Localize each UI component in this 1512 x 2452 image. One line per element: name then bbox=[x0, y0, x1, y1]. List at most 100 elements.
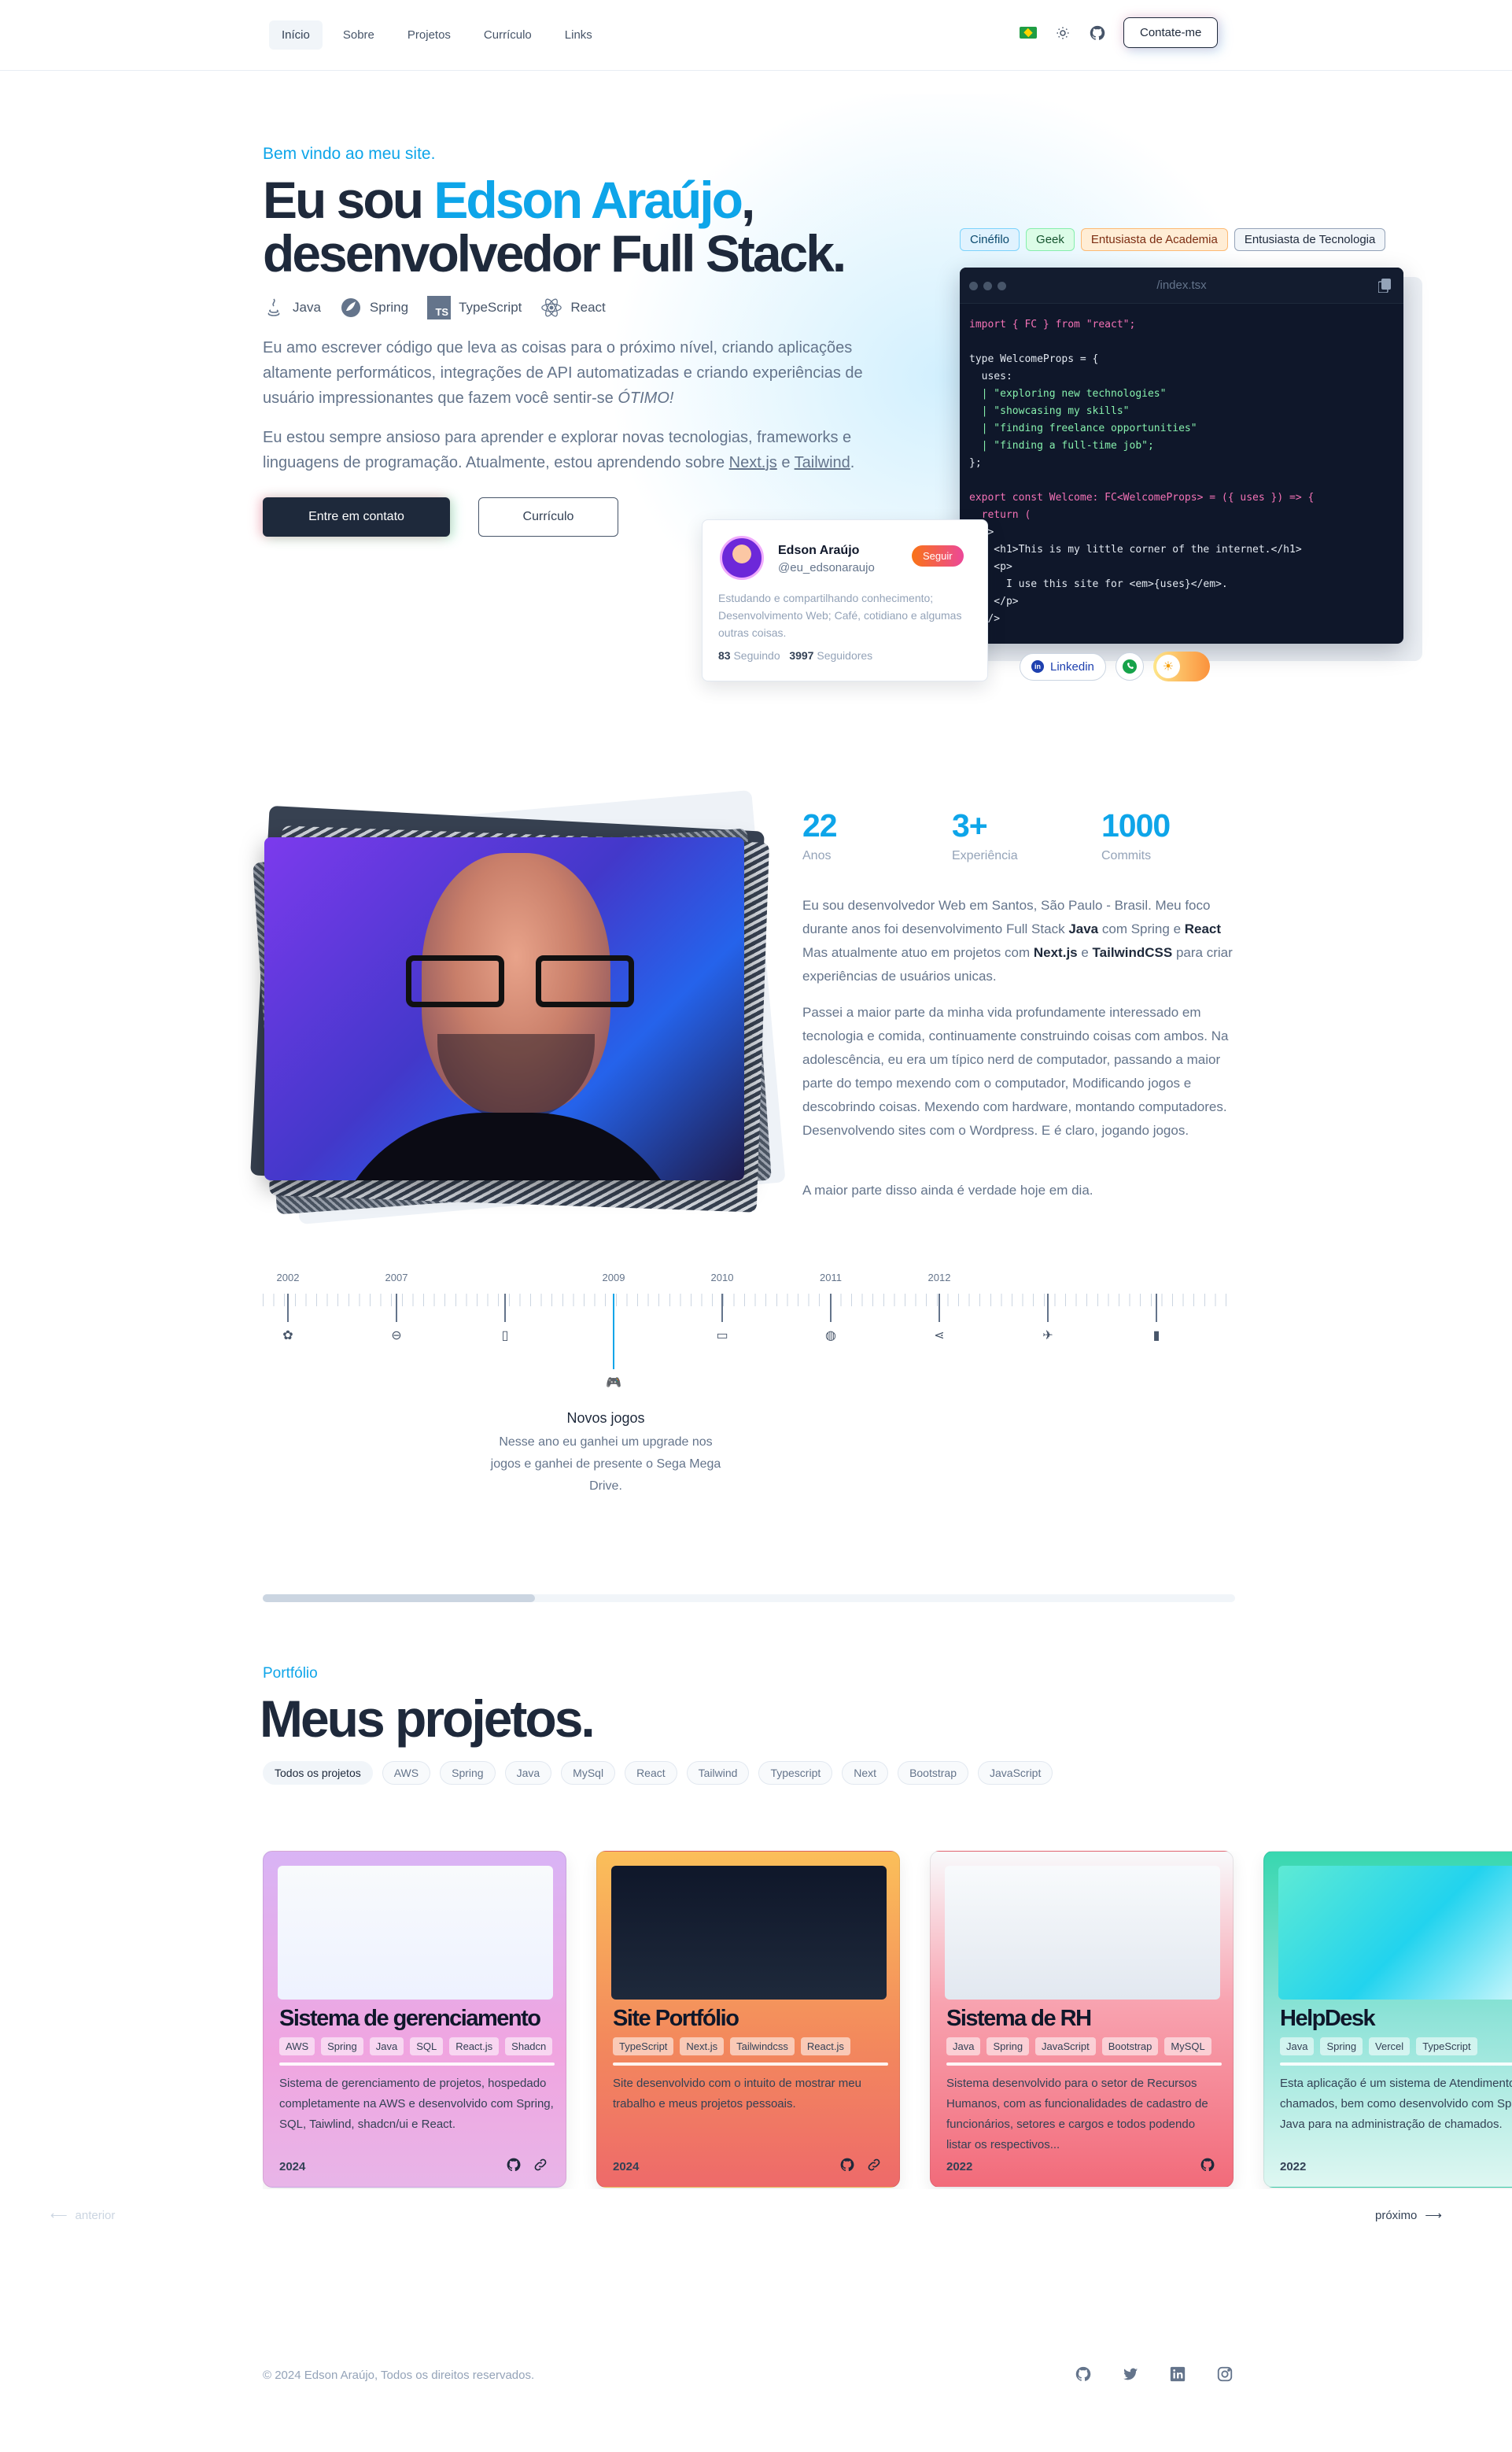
about-bold-java: Java bbox=[1068, 921, 1099, 936]
timeline-stem bbox=[613, 1294, 614, 1369]
code-line: | "finding freelance opportunities" bbox=[969, 423, 1197, 434]
nextjs-link[interactable]: Next.js bbox=[729, 454, 777, 471]
stat-value: 3+ bbox=[952, 807, 988, 844]
project-title: Sistema de RH bbox=[946, 2006, 1092, 2031]
project-tag: Java bbox=[946, 2037, 981, 2055]
linkedin-button[interactable]: in Linkedin bbox=[1020, 652, 1106, 681]
timeline-item[interactable]: ▮ bbox=[1133, 1272, 1180, 1344]
project-description: Sistema desenvolvido para o setor de Rec… bbox=[946, 2077, 1208, 2151]
brazil-flag-icon[interactable] bbox=[1020, 27, 1037, 39]
timeline-year bbox=[1133, 1272, 1180, 1286]
timeline-item[interactable]: 2012 ⋖ bbox=[916, 1272, 963, 1344]
filter-chip[interactable]: Java bbox=[504, 1761, 552, 1785]
project-tag: Shadcn bbox=[505, 2037, 553, 2055]
github-icon[interactable] bbox=[1200, 2157, 1215, 2177]
timeline-scrollbar[interactable] bbox=[263, 1594, 1235, 1602]
about-bold-nextjs: Next.js bbox=[1033, 945, 1078, 960]
nav-link-projetos[interactable]: Projetos bbox=[395, 20, 463, 50]
get-in-touch-button[interactable]: Entre em contato bbox=[263, 497, 450, 537]
stat-label: Experiência bbox=[952, 849, 1018, 862]
project-title: Sistema de gerenciamento bbox=[279, 2006, 541, 2031]
project-tag: Tailwindcss bbox=[730, 2037, 795, 2055]
sun-icon[interactable] bbox=[1054, 24, 1071, 42]
follow-button[interactable]: Seguir bbox=[912, 545, 964, 567]
project-card[interactable]: HelpDesk Java Spring Vercel TypeScript Esta a… bbox=[1263, 1851, 1512, 2188]
tags-scrollbar[interactable] bbox=[1280, 2062, 1512, 2066]
timeline-item[interactable]: 2002 ✿ bbox=[264, 1272, 312, 1344]
timeline-item[interactable]: 2011 ◍ bbox=[807, 1272, 854, 1344]
filter-chip[interactable]: Typescript bbox=[758, 1761, 833, 1785]
carousel-prev-button[interactable]: ⟵ anterior bbox=[50, 2208, 115, 2223]
linkedin-icon: in bbox=[1031, 660, 1044, 673]
instagram-icon[interactable] bbox=[1216, 2365, 1234, 2387]
chip-geek: Geek bbox=[1026, 228, 1075, 251]
project-screenshot bbox=[945, 1866, 1220, 2000]
tech-react: React bbox=[540, 297, 606, 319]
timeline-stem bbox=[1156, 1294, 1157, 1322]
project-links bbox=[1200, 2157, 1215, 2177]
link-icon[interactable] bbox=[533, 2157, 548, 2177]
timeline-scrollbar-thumb[interactable] bbox=[263, 1594, 536, 1602]
project-tag: TypeScript bbox=[1416, 2037, 1477, 2055]
code-content: import { FC } from "react"; type WelcomeP… bbox=[960, 304, 1403, 641]
code-line: </p> bbox=[969, 596, 1019, 607]
whatsapp-button[interactable] bbox=[1115, 652, 1144, 681]
theme-toggle[interactable]: ☀ bbox=[1152, 652, 1210, 681]
filter-chip[interactable]: Spring bbox=[440, 1761, 496, 1785]
profile-handle: @eu_edsonaraujo bbox=[778, 561, 875, 574]
share-icon: ⋖ bbox=[934, 1329, 945, 1342]
nav-link-links[interactable]: Links bbox=[552, 20, 605, 50]
arrow-right-icon: ⟶ bbox=[1425, 2209, 1442, 2222]
timeline-item[interactable]: ✈ bbox=[1024, 1272, 1071, 1344]
filter-chip[interactable]: Bootstrap bbox=[898, 1761, 968, 1785]
plane-icon: ✈ bbox=[1042, 1329, 1053, 1342]
footer-social-icons bbox=[1075, 2365, 1234, 2387]
tags-scrollbar[interactable] bbox=[279, 2062, 555, 2066]
code-editor: /index.tsx import { FC } from "react"; ty… bbox=[960, 268, 1403, 644]
contact-button[interactable]: Contate-me bbox=[1123, 17, 1219, 48]
carousel-next-button[interactable]: próximo ⟶ bbox=[1375, 2208, 1442, 2223]
project-card[interactable]: Sistema de gerenciamento AWS Spring Java SQL… bbox=[263, 1851, 566, 2188]
hero-title-comma: , bbox=[740, 171, 755, 229]
about-bold-tailwind: TailwindCSS bbox=[1092, 945, 1173, 960]
timeline-item[interactable]: ▯ bbox=[481, 1272, 529, 1344]
copy-icon[interactable] bbox=[1377, 279, 1391, 297]
filter-chip[interactable]: AWS bbox=[382, 1761, 431, 1785]
tags-scrollbar[interactable] bbox=[613, 2062, 888, 2066]
project-card[interactable]: Sistema de RH Java Spring JavaScript Bootstr… bbox=[930, 1851, 1234, 2188]
github-icon[interactable] bbox=[1075, 2365, 1092, 2387]
mouse-icon: ◍ bbox=[825, 1329, 836, 1342]
project-description: Site desenvolvido com o intuito de mostr… bbox=[613, 2077, 861, 2110]
about-stats: 22 Anos 3+ Experiência 1000 Commits bbox=[802, 807, 1251, 863]
timeline-item[interactable]: 2010 ▭ bbox=[699, 1272, 746, 1344]
filter-chip[interactable]: Todos os projetos bbox=[263, 1761, 373, 1785]
tailwind-link[interactable]: Tailwind bbox=[795, 454, 850, 471]
project-tag: SQL bbox=[410, 2037, 444, 2055]
github-icon[interactable] bbox=[1089, 24, 1106, 42]
hero-p1-text: Eu amo escrever código que leva as coisa… bbox=[263, 339, 863, 407]
gamepad-active-icon: 🎮 bbox=[606, 1376, 621, 1390]
twitter-icon[interactable] bbox=[1122, 2365, 1139, 2387]
project-card[interactable]: Site Portfólio TypeScript Next.js Tailwindc… bbox=[596, 1851, 900, 2188]
github-icon[interactable] bbox=[839, 2157, 855, 2177]
portfolio-title: Meus projetos. bbox=[260, 1689, 596, 1748]
about-paragraph-3: A maior parte disso ainda é verdade hoje… bbox=[802, 1183, 1093, 1198]
filter-chip[interactable]: React bbox=[625, 1761, 677, 1785]
tags-scrollbar[interactable] bbox=[946, 2062, 1222, 2066]
filter-chip[interactable]: Next bbox=[842, 1761, 889, 1785]
code-line: type WelcomeProps = { bbox=[969, 353, 1099, 365]
nav-link-inicio[interactable]: Início bbox=[269, 20, 323, 50]
filter-chip[interactable]: Tailwind bbox=[686, 1761, 750, 1785]
github-icon[interactable] bbox=[506, 2157, 522, 2177]
filter-chip[interactable]: MySql bbox=[561, 1761, 616, 1785]
nav-link-curriculo[interactable]: Currículo bbox=[471, 20, 544, 50]
about-paragraph-2: Passei a maior parte da minha vida profu… bbox=[802, 1005, 1229, 1138]
timeline-item[interactable]: 2009 🎮 bbox=[590, 1272, 637, 1391]
linkedin-icon[interactable] bbox=[1169, 2365, 1186, 2387]
timeline-item[interactable]: 2007 ⊖ bbox=[373, 1272, 420, 1344]
filter-chip[interactable]: JavaScript bbox=[978, 1761, 1053, 1785]
resume-button[interactable]: Currículo bbox=[478, 497, 618, 537]
nav-link-sobre[interactable]: Sobre bbox=[330, 20, 387, 50]
link-icon[interactable] bbox=[866, 2157, 882, 2177]
